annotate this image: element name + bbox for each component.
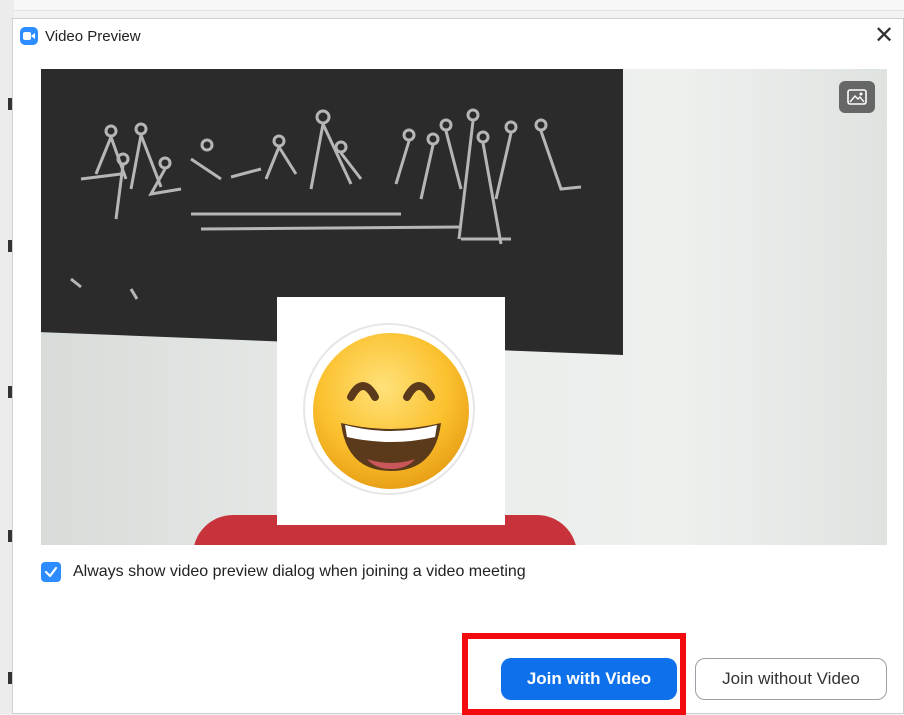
video-preview-dialog: Video Preview ✕ Always show video previe… (12, 18, 904, 715)
join-without-video-button[interactable]: Join without Video (695, 658, 887, 700)
zoom-app-icon (20, 27, 38, 45)
join-with-video-button[interactable]: Join with Video (501, 658, 677, 700)
close-icon[interactable]: ✕ (871, 23, 897, 49)
always-show-preview-checkbox[interactable] (41, 562, 61, 582)
background-window-edge (0, 0, 904, 11)
grinning-face-emoji-icon (313, 333, 469, 489)
title-bar: Video Preview ✕ (13, 19, 903, 53)
window-title: Video Preview (45, 28, 141, 45)
background-image-icon[interactable] (839, 81, 875, 113)
video-preview (41, 69, 887, 545)
face-cover (277, 297, 505, 525)
always-show-preview-label[interactable]: Always show video preview dialog when jo… (73, 563, 526, 581)
